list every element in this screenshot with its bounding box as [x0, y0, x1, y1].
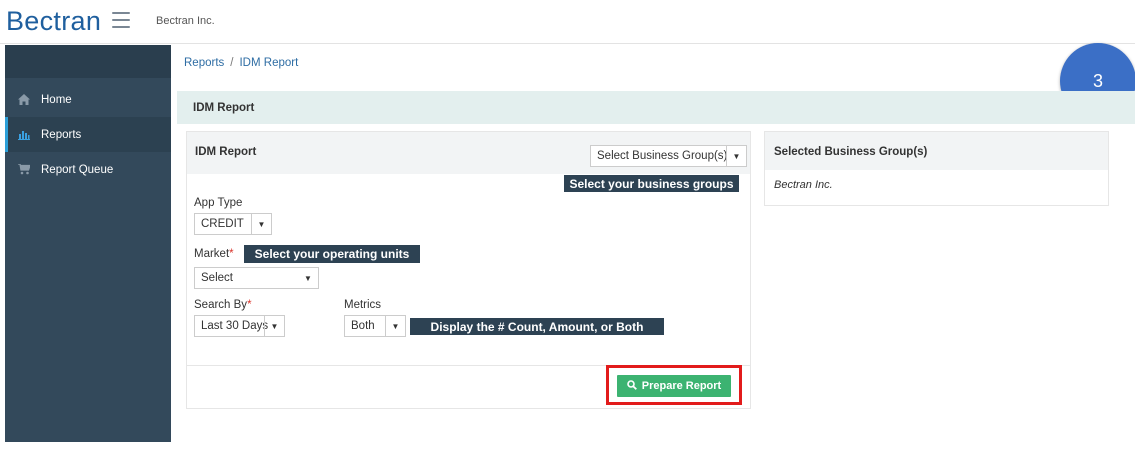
market-select[interactable]: Select ▼	[194, 267, 319, 289]
prepare-report-label: Prepare Report	[641, 380, 722, 392]
search-by-value: Last 30 Days	[201, 320, 269, 332]
metrics-label: Metrics	[344, 299, 382, 311]
sidebar-item-label: Report Queue	[41, 163, 114, 176]
chevron-down-icon: ▼	[304, 273, 312, 283]
sidebar-item-label: Reports	[41, 128, 82, 141]
breadcrumb-reports-link[interactable]: Reports	[184, 57, 224, 69]
market-value: Select	[201, 272, 233, 284]
selected-business-groups-panel: Selected Business Group(s) Bectran Inc.	[764, 131, 1109, 206]
logo-text: Bectran	[6, 5, 102, 36]
chevron-down-icon: ▼	[264, 315, 284, 337]
metrics-callout: Display the # Count, Amount, or Both	[410, 318, 664, 335]
sidebar-item-label: Home	[41, 93, 72, 106]
breadcrumb-separator: /	[230, 57, 234, 69]
search-by-label-text: Search By	[194, 299, 248, 311]
chevron-down-icon: ▼	[726, 145, 746, 167]
sidebar-item-report-queue[interactable]: Report Queue	[5, 152, 171, 187]
home-icon	[17, 94, 31, 106]
metrics-value: Both	[351, 320, 375, 332]
bectran-logo[interactable]: Bectran	[6, 4, 101, 38]
sidebar: Home Reports Report Queue	[5, 45, 171, 442]
business-groups-callout: Select your business groups	[564, 175, 739, 192]
form-panel-title: IDM Report	[195, 146, 257, 158]
breadcrumb-current: IDM Report	[239, 57, 299, 69]
sidebar-item-reports[interactable]: Reports	[5, 117, 171, 152]
search-by-select[interactable]: Last 30 Days ▼	[194, 315, 285, 337]
metrics-select[interactable]: Both ▼	[344, 315, 406, 337]
chevron-down-icon: ▼	[385, 315, 405, 337]
prepare-report-button[interactable]: Prepare Report	[617, 375, 731, 397]
page-header: IDM Report	[177, 91, 1135, 124]
app-type-value: CREDIT	[201, 218, 244, 230]
required-asterisk: *	[247, 299, 252, 311]
selected-groups-title: Selected Business Group(s)	[774, 146, 928, 158]
market-label: Market*	[194, 248, 234, 260]
breadcrumb: Reports / IDM Report	[184, 57, 298, 69]
business-group-select[interactable]: Select Business Group(s) ▼	[590, 145, 747, 167]
page-title: IDM Report	[193, 102, 255, 114]
top-bar: Bectran Bectran Inc.	[0, 0, 1135, 44]
bar-chart-icon	[17, 129, 31, 141]
required-asterisk: *	[229, 248, 234, 260]
search-by-label: Search By*	[194, 299, 252, 311]
company-name: Bectran Inc.	[156, 15, 215, 27]
sidebar-item-home[interactable]: Home	[5, 82, 171, 117]
selected-groups-header: Selected Business Group(s)	[765, 132, 1108, 170]
app-type-select[interactable]: CREDIT ▼	[194, 213, 272, 235]
selected-group-item: Bectran Inc.	[774, 179, 833, 191]
market-label-text: Market	[194, 248, 230, 260]
operating-units-callout: Select your operating units	[244, 245, 420, 263]
sidebar-top-band	[5, 45, 171, 78]
hamburger-menu-icon[interactable]	[112, 12, 130, 28]
chevron-down-icon: ▼	[251, 213, 271, 235]
cart-icon	[17, 164, 31, 176]
search-icon	[626, 379, 637, 393]
app-type-label: App Type	[194, 197, 243, 209]
business-group-select-value: Select Business Group(s)	[597, 150, 728, 162]
